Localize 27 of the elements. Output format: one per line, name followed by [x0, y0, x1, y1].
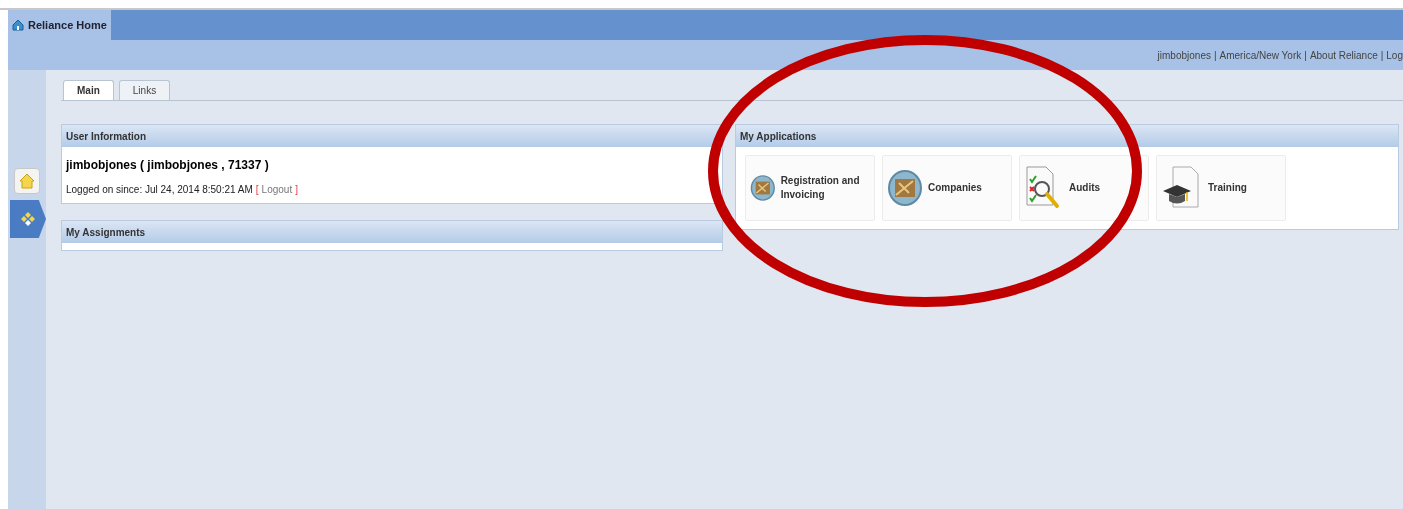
- applications-button[interactable]: [10, 200, 46, 238]
- separator-text: |: [1213, 48, 1217, 63]
- logout-link[interactable]: Logout: [261, 182, 293, 197]
- diamonds-icon: [20, 211, 36, 227]
- application-tile[interactable]: Audits: [1019, 155, 1149, 221]
- panel-header: My Applications: [736, 125, 1398, 147]
- header-link[interactable]: About Reliance: [1309, 47, 1378, 63]
- application-tile[interactable]: Training: [1156, 155, 1286, 221]
- user-name: jimbobjones ( jimbobjones , 71337 ): [66, 157, 270, 174]
- bracket-text: ]: [295, 183, 298, 197]
- separator-text: |: [1304, 48, 1307, 63]
- home-button[interactable]: [14, 168, 40, 194]
- separator-text: |: [1380, 48, 1384, 63]
- home-icon: [12, 19, 24, 31]
- home-icon: [19, 173, 35, 189]
- panel-header: My Assignments: [62, 221, 722, 243]
- header-link[interactable]: America/New York: [1219, 47, 1302, 63]
- header-link[interactable]: jimbobjones: [1157, 47, 1211, 63]
- bracket-text: [: [255, 183, 259, 197]
- application-tile[interactable]: Companies: [882, 155, 1012, 221]
- tab[interactable]: Links: [118, 80, 171, 100]
- window-tab[interactable]: Reliance Home: [8, 10, 111, 40]
- tab[interactable]: Main: [63, 80, 114, 100]
- panel-header: User Information: [62, 125, 722, 147]
- application-tile[interactable]: Registration and Invoicing: [745, 155, 875, 221]
- logged-on-text: Logged on since: Jul 24, 2014 8:50:21 AM: [66, 183, 253, 197]
- header-link[interactable]: Log: [1386, 47, 1403, 63]
